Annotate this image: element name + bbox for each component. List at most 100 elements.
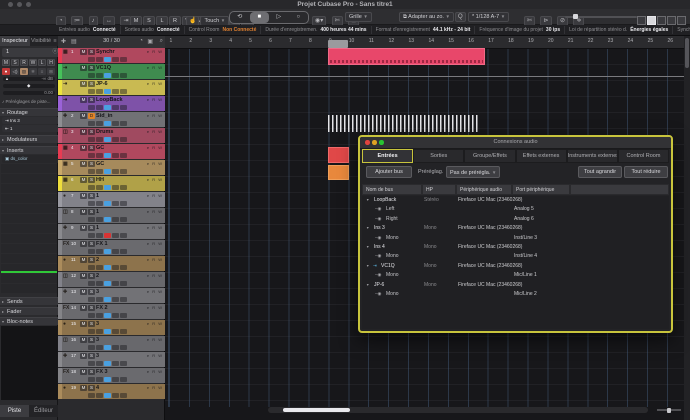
solo-button[interactable]: S <box>88 273 95 279</box>
clock-icon[interactable]: ◔ <box>139 38 143 44</box>
track-rw-buttons[interactable]: e R W <box>147 161 163 166</box>
track-rw-buttons[interactable]: e R W <box>147 337 163 342</box>
bus-row[interactable]: –◉RightAnalog 6 <box>362 215 669 224</box>
track-control-box[interactable] <box>96 313 103 318</box>
listen-button[interactable]: L <box>38 59 46 66</box>
tab-inspecteur[interactable]: Inspecteur <box>0 36 30 46</box>
track-control-box[interactable] <box>112 137 119 142</box>
mute-button[interactable]: M <box>80 97 87 103</box>
mute-button[interactable]: M <box>80 65 87 71</box>
status-segment[interactable]: Control RoomNon Connecté <box>185 26 262 34</box>
track-rw-buttons[interactable]: e R W <box>147 321 163 326</box>
solo-button[interactable]: S <box>88 97 95 103</box>
zoom-slider-knob[interactable] <box>667 408 671 413</box>
pre-post-fader-divider[interactable] <box>1 271 57 273</box>
track-control-box[interactable] <box>112 89 119 94</box>
track-name-field[interactable]: 1ⓔ <box>2 48 60 57</box>
track-control-box[interactable] <box>104 393 111 398</box>
section-inserts[interactable]: ▾Inserts <box>0 146 58 154</box>
clip-orange-square[interactable] <box>328 165 349 180</box>
grid-type-dropdown[interactable]: Grille ▼ <box>345 12 372 22</box>
track-row[interactable]: ●11MS2e R W <box>58 256 165 271</box>
track-control-box[interactable] <box>96 89 103 94</box>
insert-slot-empty[interactable] <box>1 164 57 173</box>
mute-button[interactable]: M <box>2 59 10 66</box>
insert-slot-empty[interactable] <box>1 224 57 233</box>
toolbar-slider-knob[interactable] <box>573 14 578 19</box>
track-control-box[interactable] <box>120 393 127 398</box>
track-control-box[interactable] <box>104 265 111 270</box>
track-control-box[interactable] <box>120 233 127 238</box>
track-control-box[interactable] <box>120 377 127 382</box>
track-control-box[interactable] <box>104 169 111 174</box>
solo-button[interactable]: S <box>88 161 95 167</box>
track-control-box[interactable] <box>96 265 103 270</box>
zone-toggle-button[interactable] <box>657 16 666 25</box>
track-control-box[interactable] <box>96 73 103 78</box>
mute-button[interactable]: M <box>80 161 87 167</box>
track-control-box[interactable] <box>120 73 127 78</box>
track-control-box[interactable] <box>96 121 103 126</box>
track-control-box[interactable] <box>104 281 111 286</box>
preset-dropdown[interactable]: Pas de prérégla. ▼ <box>446 166 500 178</box>
track-control-box[interactable] <box>112 57 119 62</box>
track-control-box[interactable] <box>112 297 119 302</box>
track-control-box[interactable] <box>88 345 95 350</box>
bus-row[interactable]: ▼JP-6MonoFireface UC Mac (23460268) <box>362 281 669 290</box>
mute-button[interactable]: M <box>80 81 87 87</box>
track-control-box[interactable] <box>112 313 119 318</box>
track-row[interactable]: ▦4MSGCe R W <box>58 144 165 159</box>
track-control-box[interactable] <box>120 153 127 158</box>
track-control-box[interactable] <box>112 121 119 126</box>
horizontal-scrollbar[interactable] <box>268 407 648 413</box>
track-rw-buttons[interactable]: e R W <box>147 193 163 198</box>
track-rw-buttons[interactable]: e R W <box>147 209 163 214</box>
bus-row[interactable]: ▼Ins 4MonoFireface UC Mac (23460268) <box>362 243 669 252</box>
track-control-box[interactable] <box>112 393 119 398</box>
col-hp[interactable]: HP <box>422 184 456 195</box>
track-control-box[interactable] <box>96 249 103 254</box>
mute-button[interactable]: M <box>80 49 87 55</box>
stop-button[interactable]: ■ <box>250 12 270 23</box>
collapse-all-button[interactable]: Tout réduire <box>624 166 668 178</box>
expand-triangle-icon[interactable]: ▼ <box>366 226 369 230</box>
track-rw-buttons[interactable]: e R W <box>147 49 163 54</box>
track-row[interactable]: ●7MS1e R W <box>58 192 165 207</box>
track-control-box[interactable] <box>112 185 119 190</box>
notes-area[interactable] <box>1 326 57 400</box>
track-row[interactable]: ✚13MS3e R W <box>58 288 165 303</box>
track-control-box[interactable] <box>96 217 103 222</box>
solo-button[interactable]: S <box>88 337 95 343</box>
track-control-box[interactable] <box>96 297 103 302</box>
track-rw-buttons[interactable]: e R W <box>147 257 163 262</box>
section-bloc-notes[interactable]: ▾Bloc-notes <box>0 317 58 325</box>
search-icon[interactable]: ⌕ <box>160 38 163 45</box>
col-device-port[interactable]: Port périphérique <box>512 184 570 195</box>
mute-button[interactable]: M <box>80 129 87 135</box>
expand-triangle-icon[interactable]: ▼ <box>366 245 369 249</box>
bus-row[interactable]: –◉MonoInst/Line 3 <box>362 234 669 243</box>
track-control-box[interactable] <box>120 137 127 142</box>
zone-toggle-button[interactable] <box>677 16 686 25</box>
track-control-box[interactable] <box>104 233 111 238</box>
track-row[interactable]: ◫16MS3e R W <box>58 336 165 351</box>
tab-editeur[interactable]: Éditeur <box>29 405 58 417</box>
status-segment[interactable]: Synchro externeOFFLINE <box>673 26 690 34</box>
track-control-box[interactable] <box>104 249 111 254</box>
track-rw-buttons[interactable]: e R W <box>147 65 163 70</box>
track-control-box[interactable] <box>88 265 95 270</box>
square-icon[interactable]: ▣ <box>147 38 153 45</box>
section-fader[interactable]: ▸Fader <box>0 307 58 315</box>
zone-toggle-button[interactable] <box>637 16 646 25</box>
zoom-adapt-dropdown[interactable]: ⧉ Adapter au zo. ▼ <box>399 12 454 22</box>
track-control-box[interactable] <box>104 297 111 302</box>
track-row[interactable]: ●15MS3e R W <box>58 320 165 335</box>
monitor-icon[interactable]: ◁) <box>11 68 19 75</box>
solo-button[interactable]: S <box>88 193 95 199</box>
track-control-box[interactable] <box>88 121 95 126</box>
record-enable-icon[interactable]: ● <box>2 68 10 75</box>
insert-slot-empty[interactable] <box>1 174 57 183</box>
track-rw-buttons[interactable]: e R W <box>147 81 163 86</box>
insert-slot-1[interactable]: ▣ ds_color <box>2 155 59 163</box>
track-rw-buttons[interactable]: e R W <box>147 369 163 374</box>
